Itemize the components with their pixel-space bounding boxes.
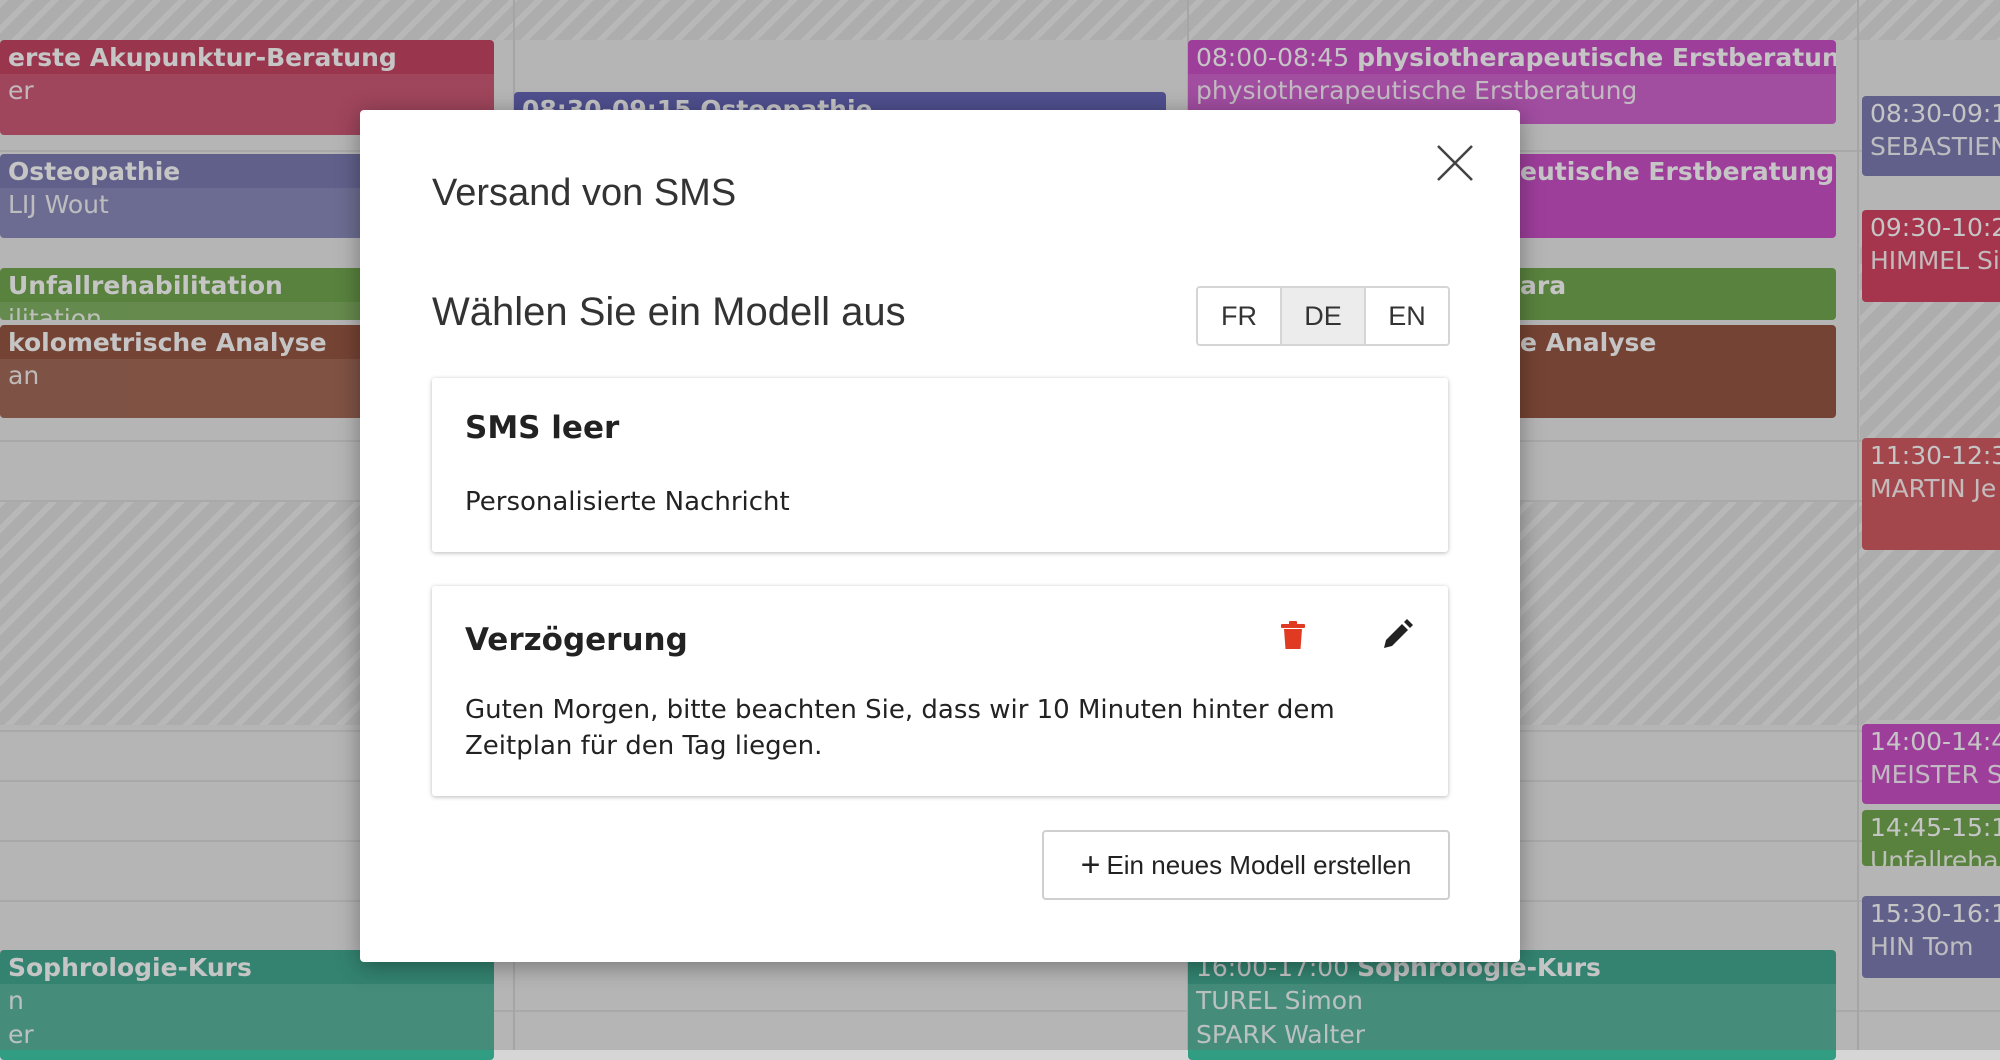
language-button-fr[interactable]: FR xyxy=(1198,288,1282,344)
sms-modal: Versand von SMS Wählen Sie ein Modell au… xyxy=(360,110,1520,962)
template-card[interactable]: SMS leer Personalisierte Nachricht xyxy=(432,378,1448,552)
modal-title: Versand von SMS xyxy=(432,172,737,214)
language-switcher: FR DE EN xyxy=(1196,286,1450,346)
delete-template-button[interactable] xyxy=(1276,618,1310,652)
create-template-label: Ein neues Modell erstellen xyxy=(1106,849,1412,880)
close-button[interactable] xyxy=(1432,140,1478,186)
template-text: Personalisierte Nachricht xyxy=(465,487,790,517)
plus-icon: + xyxy=(1080,846,1101,884)
pencil-icon xyxy=(1384,619,1413,648)
template-title: Verzögerung xyxy=(465,622,688,658)
language-button-de[interactable]: DE xyxy=(1282,288,1366,344)
template-title: SMS leer xyxy=(465,410,620,446)
edit-template-button[interactable] xyxy=(1380,618,1414,652)
template-text: Guten Morgen, bitte beachten Sie, dass w… xyxy=(465,695,1335,761)
close-icon xyxy=(1437,145,1473,181)
language-button-en[interactable]: EN xyxy=(1366,288,1448,344)
trash-icon xyxy=(1281,621,1305,649)
create-template-button[interactable]: + Ein neues Modell erstellen xyxy=(1042,830,1450,900)
model-select-heading: Wählen Sie ein Modell aus xyxy=(432,290,906,334)
template-card[interactable]: Verzögerung Guten Morgen, bitte beachten… xyxy=(432,586,1448,796)
